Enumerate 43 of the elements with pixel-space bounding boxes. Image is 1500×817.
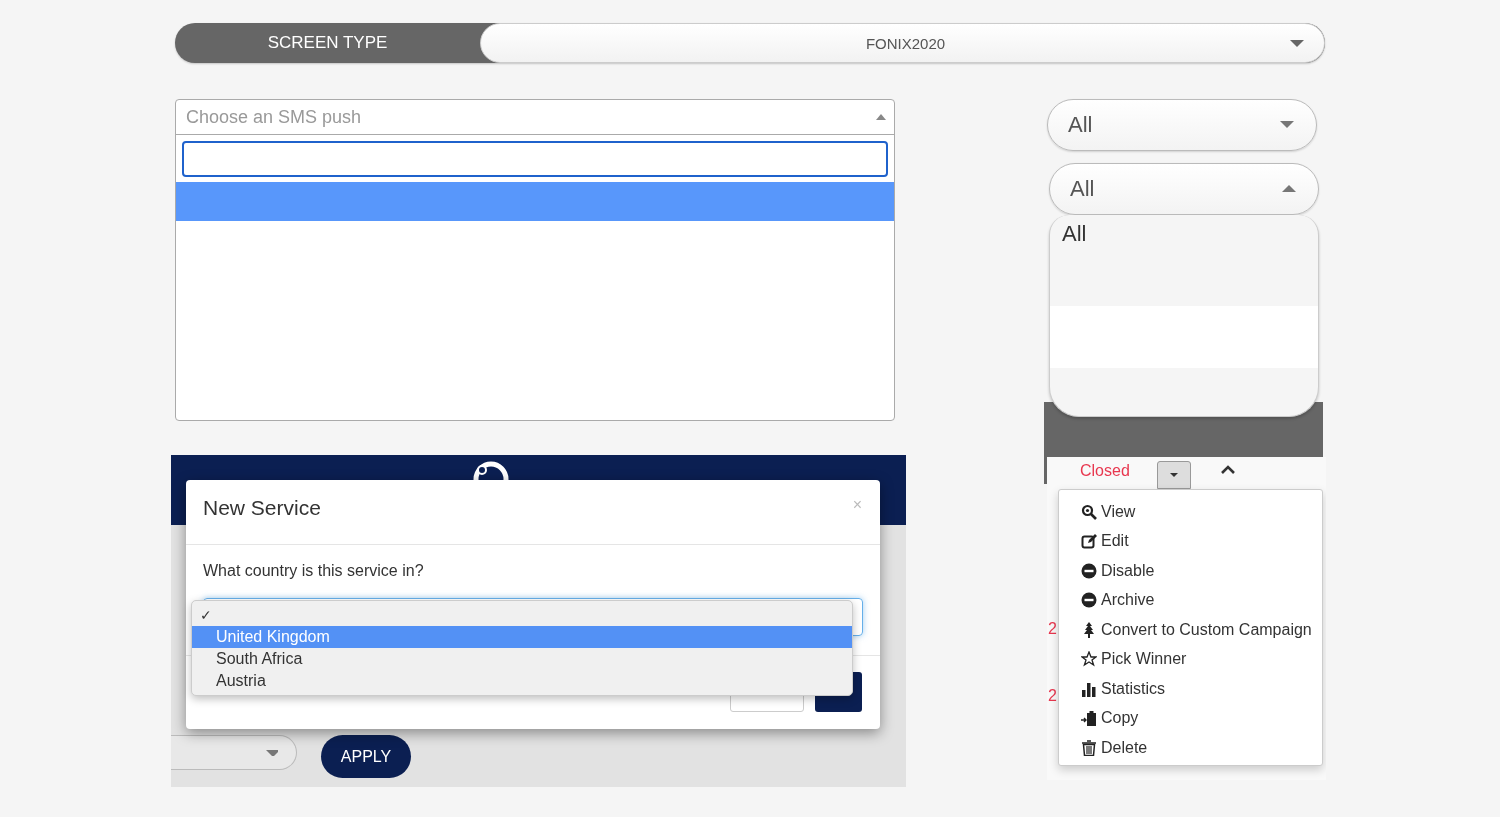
status-label: Closed (1080, 462, 1130, 480)
screen-type-label: SCREEN TYPE (266, 32, 389, 54)
caret-icon (266, 749, 278, 756)
dropdown-option[interactable]: Austria (192, 670, 852, 692)
filter-select[interactable]: All (1049, 163, 1319, 215)
menu-item[interactable]: Archive (1081, 585, 1322, 615)
question-label: What country is this service in? (203, 562, 424, 580)
minus-circle-icon (1081, 562, 1097, 579)
table-cell: 2 (1048, 687, 1057, 705)
caret-icon (876, 114, 886, 120)
dropdown-toggle[interactable] (1157, 461, 1191, 489)
check-icon: ✓ (200, 607, 216, 623)
filter-select[interactable]: All (1047, 99, 1317, 151)
tree-icon (1081, 621, 1097, 638)
menu-item[interactable]: Edit (1081, 526, 1322, 556)
clipboard-icon (1081, 710, 1097, 727)
menu-item[interactable]: Copy (1081, 703, 1322, 733)
menu-item[interactable]: Delete (1081, 733, 1322, 763)
minus-circle-icon (1081, 592, 1097, 609)
caret-icon (1290, 39, 1304, 47)
screen-type-select[interactable]: FONIX2020 (480, 23, 1325, 63)
table-cell: 2 (1048, 620, 1057, 638)
chevron-up-icon[interactable] (1221, 465, 1235, 475)
menu-item[interactable]: Disable (1081, 556, 1322, 586)
search-field[interactable] (182, 141, 888, 177)
star-icon (1081, 651, 1097, 668)
dropdown-option[interactable]: ✓ (192, 604, 852, 626)
menu-item[interactable]: Convert to Custom Campaign (1081, 615, 1322, 645)
caret-icon (1170, 473, 1178, 477)
dropdown-option[interactable]: All (1050, 215, 1318, 306)
menu-item[interactable]: Statistics (1081, 674, 1322, 704)
menu-item[interactable]: Pick Winner (1081, 644, 1322, 674)
filter-select[interactable] (171, 735, 297, 770)
trash-icon (1081, 739, 1097, 756)
edit-icon (1081, 533, 1097, 550)
modal-title: New Service (203, 496, 321, 520)
caret-icon (1282, 185, 1298, 193)
menu-item[interactable]: View (1081, 497, 1322, 527)
dropdown-option[interactable]: South Africa (192, 648, 852, 670)
bar-chart-icon (1081, 680, 1097, 697)
search-icon (1081, 503, 1097, 520)
caret-icon (1280, 121, 1296, 129)
apply-button[interactable]: APPLY (321, 735, 411, 778)
